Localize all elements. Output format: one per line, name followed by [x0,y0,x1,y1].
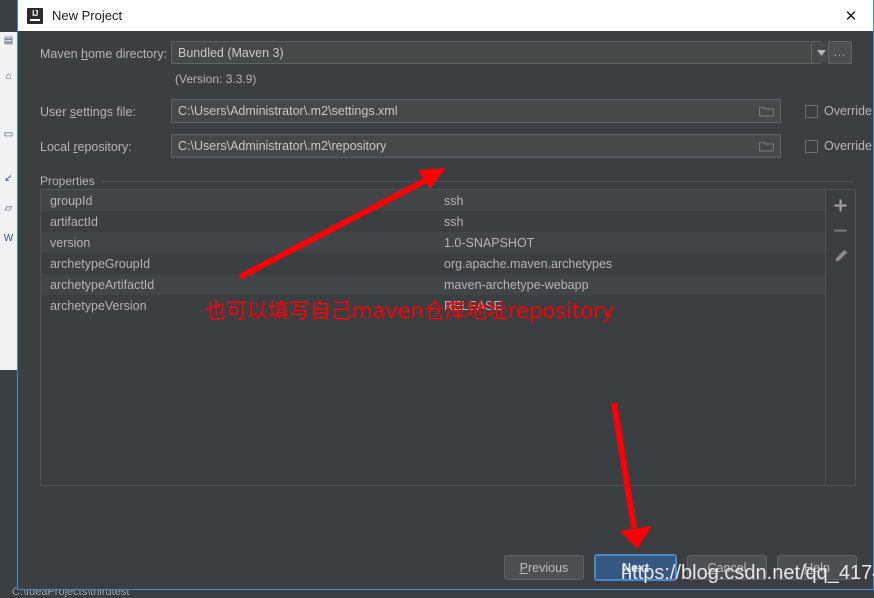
properties-toolbar [825,190,855,485]
ide-toolbar-icon-2[interactable]: ⌂ [2,70,15,83]
user-settings-file-label: User settings file: [40,105,136,119]
ide-toolbar-icon-3[interactable]: ▭ [2,128,15,141]
property-key: groupId [50,193,93,208]
ide-toolbar-icon-4[interactable]: ↙ [2,172,15,185]
properties-group-title: Properties [40,174,101,188]
property-value: ssh [444,214,464,229]
watermark-url: https://blog.csdn.net/qq_41741884 [621,562,874,584]
table-row[interactable]: archetypeArtifactId maven-archetype-weba… [41,274,825,295]
pencil-icon[interactable] [828,243,854,268]
property-value: RELEASE [444,298,502,313]
local-repository-input[interactable]: C:\Users\Administrator\.m2\repository [171,134,781,158]
table-row[interactable]: archetypeVersion RELEASE [41,295,825,316]
close-icon[interactable]: ✕ [829,1,873,31]
dialog-titlebar: New Project ✕ [18,0,873,32]
property-key: archetypeGroupId [50,256,151,271]
maven-home-directory-value: Bundled (Maven 3) [178,45,284,60]
properties-group-rule [40,181,854,182]
maven-home-browse-button[interactable]: ... [828,41,852,64]
property-value: 1.0-SNAPSHOT [444,235,535,250]
folder-icon[interactable] [758,105,775,117]
property-key: version [50,235,91,250]
previous-button[interactable]: Previous [504,555,584,580]
maven-home-label: Maven home directory: [40,47,168,61]
ide-toolbar-icon-5[interactable]: ▱ [2,202,15,215]
property-key: archetypeArtifactId [50,277,155,292]
properties-panel: groupId ssh artifactId ssh version 1.0-S… [40,189,856,486]
minus-icon[interactable] [828,218,854,243]
table-row[interactable]: artifactId ssh [41,211,825,232]
property-key: artifactId [50,214,98,229]
table-row[interactable]: archetypeGroupId org.apache.maven.archet… [41,253,825,274]
user-settings-file-input[interactable]: C:\Users\Administrator\.m2\settings.xml [171,99,781,123]
local-repository-override-label: Override [824,139,872,153]
ide-toolbar-icon-6[interactable]: W [2,232,15,245]
dialog-content: Maven home directory: Bundled (Maven 3) … [18,31,873,589]
maven-home-directory-combobox[interactable]: Bundled (Maven 3) [171,41,821,64]
property-value: org.apache.maven.archetypes [444,256,613,271]
property-key: archetypeVersion [50,298,147,313]
user-settings-override-label: Override [824,104,872,118]
maven-version-note: (Version: 3.3.9) [175,72,257,86]
plus-icon[interactable] [828,193,854,218]
property-value: maven-archetype-webapp [444,277,589,292]
intellij-idea-icon [27,7,43,24]
folder-icon[interactable] [758,140,775,152]
user-settings-override-checkbox[interactable] [805,105,818,118]
ide-toolbar-icon-1[interactable]: ▤ [2,34,15,47]
user-settings-file-value: C:\Users\Administrator\.m2\settings.xml [178,104,398,118]
local-repository-label: Local repository: [40,140,132,154]
properties-table[interactable]: groupId ssh artifactId ssh version 1.0-S… [41,190,825,485]
table-row[interactable]: groupId ssh [41,190,825,211]
new-project-dialog: New Project ✕ Maven home directory: Bund… [17,0,874,590]
local-repository-value: C:\Users\Administrator\.m2\repository [178,139,387,153]
property-value: ssh [444,193,464,208]
local-repository-override-checkbox[interactable] [805,140,818,153]
window-title: New Project [52,8,123,23]
ide-left-toolbar[interactable]: ▤ ⌂ ▭ ↙ ▱ W [0,32,18,370]
table-row[interactable]: version 1.0-SNAPSHOT [41,232,825,253]
